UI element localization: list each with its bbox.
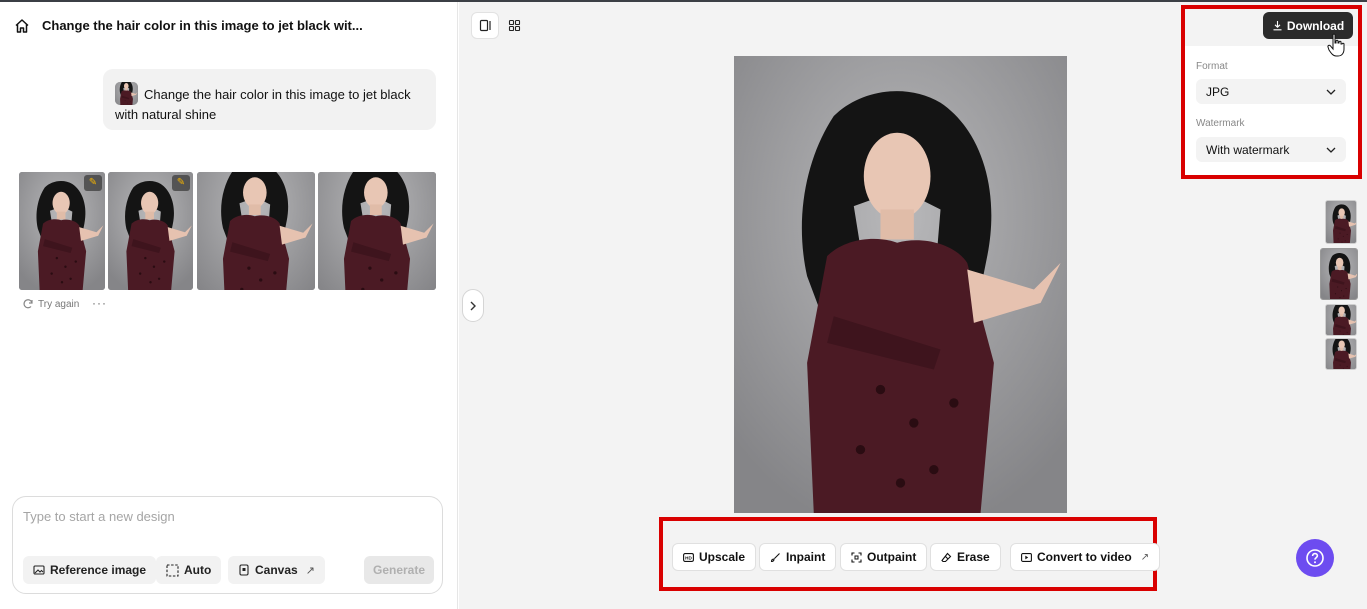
help-icon bbox=[1306, 549, 1324, 567]
aspect-ratio-icon bbox=[166, 563, 179, 577]
generate-button[interactable]: Generate bbox=[364, 556, 434, 584]
reference-image-button[interactable]: Reference image bbox=[23, 556, 157, 584]
canvas-area: HD Upscale Inpaint Outpaint Erase Conver… bbox=[459, 2, 1367, 609]
refresh-icon bbox=[23, 299, 33, 309]
generate-label: Generate bbox=[372, 563, 426, 577]
inpaint-label: Inpaint bbox=[786, 550, 826, 564]
single-view-icon bbox=[479, 19, 491, 32]
history-thumb-1[interactable] bbox=[1325, 200, 1357, 244]
erase-label: Erase bbox=[957, 550, 990, 564]
result-image-2[interactable]: ✎ bbox=[108, 172, 193, 290]
result-image-3[interactable] bbox=[197, 172, 315, 290]
canvas-button[interactable]: Canvas ↗ bbox=[228, 556, 325, 584]
upscale-label: Upscale bbox=[699, 550, 746, 564]
user-message-text: Change the hair color in this image to j… bbox=[115, 87, 411, 122]
format-label: Format bbox=[1196, 61, 1228, 72]
upscale-button[interactable]: HD Upscale bbox=[672, 543, 757, 571]
auto-label: Auto bbox=[184, 563, 212, 577]
hd-icon: HD bbox=[683, 552, 694, 562]
watermark-select[interactable]: With watermark bbox=[1196, 137, 1346, 162]
video-icon bbox=[1021, 552, 1032, 562]
result-image-1[interactable]: ✎ bbox=[19, 172, 105, 290]
history-thumb-4[interactable] bbox=[1325, 338, 1357, 370]
single-view-toggle[interactable] bbox=[471, 12, 499, 39]
grid-view-toggle[interactable] bbox=[500, 12, 528, 39]
reference-thumbnail bbox=[115, 82, 138, 105]
history-thumb-2[interactable] bbox=[1320, 248, 1358, 300]
expand-icon bbox=[851, 551, 862, 563]
chevron-right-icon bbox=[470, 301, 476, 310]
format-select[interactable]: JPG bbox=[1196, 79, 1346, 104]
convert-to-video-label: Convert to video bbox=[1037, 550, 1132, 564]
more-options-icon[interactable]: ··· bbox=[92, 296, 107, 310]
try-again-label: Try again bbox=[38, 298, 80, 310]
user-message: Change the hair color in this image to j… bbox=[103, 69, 436, 130]
try-again-button[interactable]: Try again bbox=[22, 298, 79, 310]
brush-icon bbox=[770, 552, 780, 562]
eraser-icon bbox=[941, 552, 952, 562]
result-image-4[interactable] bbox=[318, 172, 436, 290]
grid-view-icon bbox=[508, 19, 520, 32]
watermark-value: With watermark bbox=[1206, 142, 1290, 157]
reference-image-label: Reference image bbox=[50, 563, 147, 577]
download-icon bbox=[1273, 21, 1282, 31]
hand-cursor-icon bbox=[1327, 33, 1345, 57]
edit-badge-icon: ✎ bbox=[172, 175, 190, 191]
edit-badge-icon: ✎ bbox=[84, 175, 102, 191]
prompt-box: Reference image Auto Canvas ↗ Generate bbox=[12, 496, 443, 594]
outpaint-label: Outpaint bbox=[867, 550, 917, 564]
format-value: JPG bbox=[1206, 84, 1230, 99]
inpaint-button[interactable]: Inpaint bbox=[759, 543, 837, 571]
conversation-title: Change the hair color in this image to j… bbox=[42, 18, 363, 33]
expand-panel-button[interactable] bbox=[462, 289, 484, 322]
history-thumb-3[interactable] bbox=[1325, 304, 1357, 336]
download-label: Download bbox=[1286, 18, 1345, 33]
help-button[interactable] bbox=[1296, 539, 1334, 577]
external-link-icon: ↗ bbox=[1140, 551, 1150, 563]
external-link-icon: ↗ bbox=[305, 564, 315, 577]
prompt-input[interactable] bbox=[23, 509, 428, 524]
chat-panel: Change the hair color in this image to j… bbox=[0, 2, 458, 609]
main-preview-image[interactable] bbox=[734, 56, 1067, 513]
download-dropdown: Format JPG Watermark With watermark bbox=[1185, 46, 1358, 175]
home-icon[interactable] bbox=[14, 18, 30, 34]
watermark-label: Watermark bbox=[1196, 118, 1245, 129]
canvas-icon bbox=[239, 564, 249, 576]
erase-button[interactable]: Erase bbox=[930, 543, 1001, 571]
chevron-down-icon bbox=[1326, 147, 1336, 153]
convert-to-video-button[interactable]: Convert to video ↗ bbox=[1010, 543, 1161, 571]
chevron-down-icon bbox=[1326, 89, 1336, 95]
svg-text:HD: HD bbox=[685, 555, 692, 560]
image-icon bbox=[33, 565, 45, 575]
outpaint-button[interactable]: Outpaint bbox=[840, 543, 928, 571]
canvas-label: Canvas bbox=[255, 563, 298, 577]
auto-button[interactable]: Auto bbox=[156, 556, 222, 584]
